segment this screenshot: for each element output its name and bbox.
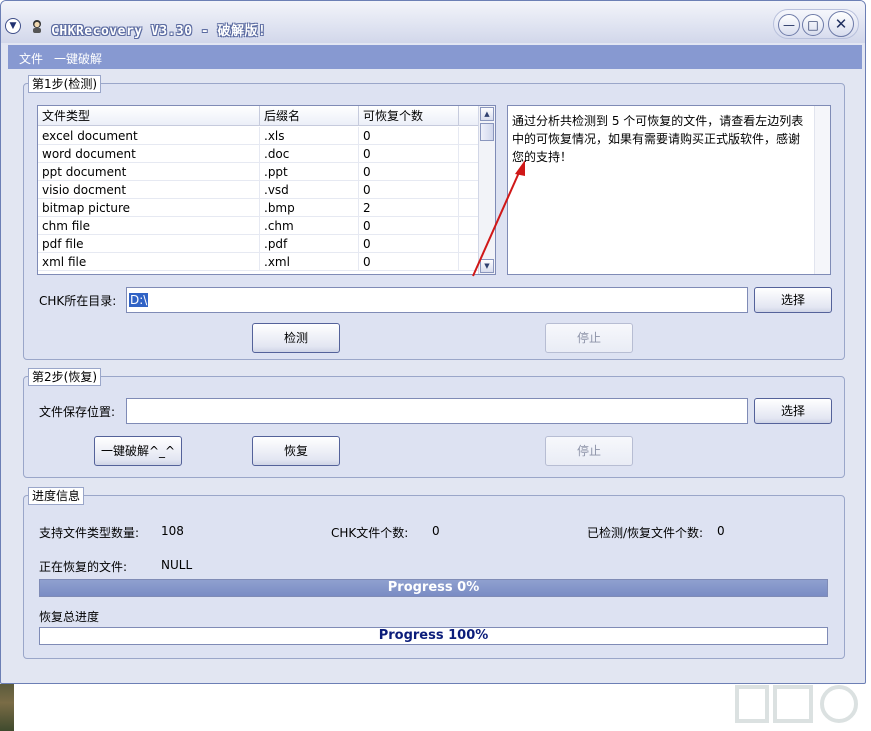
chk-dir-label: CHK所在目录:: [39, 294, 117, 308]
cell-ext: .chm: [260, 217, 359, 235]
table-row[interactable]: pdf file .pdf 0: [38, 235, 478, 253]
cell-count: 0: [359, 127, 459, 145]
chk-dir-value: D:\: [129, 293, 149, 307]
table-row[interactable]: chm file .chm 0: [38, 217, 478, 235]
progress-group: 进度信息 支持文件类型数量: 108 CHK文件个数: 0 已检测/恢复文件个数…: [23, 487, 845, 659]
file-type-list[interactable]: 文件类型 后缀名 可恢复个数 excel document .xls 0 word d…: [37, 105, 496, 275]
chk-count-value: 0: [432, 524, 440, 538]
cell-ext: .pdf: [260, 235, 359, 253]
window-title: CHKRecovery V3.30 - 破解版!: [51, 24, 267, 39]
cell-count: 0: [359, 235, 459, 253]
save-path-label: 文件保存位置:: [39, 405, 116, 419]
system-menu-button[interactable]: ▼: [5, 18, 21, 34]
menu-bar: 文件 一键破解: [8, 45, 862, 69]
total-progress-label: 恢复总进度: [39, 610, 100, 624]
window-controls: — □ ✕: [773, 9, 859, 39]
detect-button[interactable]: 检测: [252, 323, 340, 353]
cell-ext: .bmp: [260, 199, 359, 217]
annotation-arrow: [472, 160, 525, 277]
table-row[interactable]: xml file .xml 0: [38, 253, 478, 271]
step1-group: 第1步(检测) 文件类型 后缀名 可恢复个数 excel document .xl…: [23, 75, 845, 360]
column-header-type[interactable]: 文件类型: [38, 106, 260, 126]
chk-count-label: CHK文件个数:: [331, 526, 409, 540]
cell-count: 0: [359, 253, 459, 271]
file-progress-bar: Progress 0%: [39, 579, 828, 597]
cell-type: bitmap picture: [38, 199, 260, 217]
minimize-icon[interactable]: —: [778, 14, 800, 36]
cell-type: xml file: [38, 253, 260, 271]
recover-button[interactable]: 恢复: [252, 436, 340, 466]
one-click-crack-button[interactable]: 一键破解^_^: [94, 436, 182, 466]
cell-type: ppt document: [38, 163, 260, 181]
cell-count: 0: [359, 181, 459, 199]
cell-count: 0: [359, 217, 459, 235]
cell-count: 0: [359, 145, 459, 163]
save-path-select-button[interactable]: 选择: [754, 398, 832, 424]
scroll-up-icon[interactable]: ▲: [480, 107, 494, 121]
menu-one-click-crack[interactable]: 一键破解: [54, 50, 102, 67]
step2-label: 第2步(恢复): [28, 368, 101, 386]
cell-type: chm file: [38, 217, 260, 235]
cell-ext: .vsd: [260, 181, 359, 199]
processed-count-label: 已检测/恢复文件个数:: [587, 526, 704, 540]
cell-type: word document: [38, 145, 260, 163]
current-file-value: NULL: [161, 558, 193, 572]
cell-ext: .xml: [260, 253, 359, 271]
app-icon: [33, 20, 41, 33]
chk-dir-select-button[interactable]: 选择: [754, 287, 832, 313]
scroll-thumb[interactable]: [480, 123, 494, 141]
menu-file[interactable]: 文件: [19, 50, 43, 67]
message-scrollbar[interactable]: [814, 106, 830, 274]
cell-ext: .doc: [260, 145, 359, 163]
background-photo: [0, 684, 14, 731]
detect-stop-button[interactable]: 停止: [545, 323, 633, 353]
cell-count: 0: [359, 163, 459, 181]
current-file-label: 正在恢复的文件:: [39, 560, 128, 574]
save-path-input[interactable]: [126, 398, 748, 424]
supported-types-value: 108: [161, 524, 184, 538]
total-progress-bar: Progress 100%: [39, 627, 828, 645]
supported-types-label: 支持文件类型数量:: [39, 526, 140, 540]
table-row[interactable]: excel document .xls 0: [38, 127, 478, 145]
list-header: 文件类型 后缀名 可恢复个数: [38, 106, 478, 126]
result-message-box[interactable]: 通过分析共检测到 5 个可恢复的文件，请查看左边列表中的可恢复情况，如果有需要请…: [507, 105, 831, 275]
table-row[interactable]: ppt document .ppt 0: [38, 163, 478, 181]
step1-label: 第1步(检测): [28, 75, 101, 93]
cell-type: pdf file: [38, 235, 260, 253]
title-bar[interactable]: ▼ CHKRecovery V3.30 - 破解版! — □ ✕: [1, 1, 865, 43]
watermark-logo: [735, 685, 858, 723]
column-header-count[interactable]: 可恢复个数: [359, 106, 459, 126]
recover-stop-button[interactable]: 停止: [545, 436, 633, 466]
processed-count-value: 0: [717, 524, 725, 538]
cell-type: visio docment: [38, 181, 260, 199]
result-message: 通过分析共检测到 5 个可恢复的文件，请查看左边列表中的可恢复情况，如果有需要请…: [512, 114, 804, 164]
cell-ext: .xls: [260, 127, 359, 145]
table-row[interactable]: word document .doc 0: [38, 145, 478, 163]
column-header-ext[interactable]: 后缀名: [260, 106, 359, 126]
table-row[interactable]: bitmap picture .bmp 2: [38, 199, 478, 217]
cell-ext: .ppt: [260, 163, 359, 181]
cell-type: excel document: [38, 127, 260, 145]
progress-info-label: 进度信息: [28, 487, 85, 505]
close-icon[interactable]: ✕: [828, 11, 854, 37]
cell-count: 2: [359, 199, 459, 217]
chk-dir-input[interactable]: D:\: [126, 287, 748, 313]
table-row[interactable]: visio docment .vsd 0: [38, 181, 478, 199]
app-window: ▼ CHKRecovery V3.30 - 破解版! — □ ✕ 文件 一键破解…: [0, 0, 866, 684]
maximize-icon[interactable]: □: [802, 14, 824, 36]
step2-group: 第2步(恢复) 文件保存位置: 选择 一键破解^_^ 恢复 停止: [23, 368, 845, 478]
